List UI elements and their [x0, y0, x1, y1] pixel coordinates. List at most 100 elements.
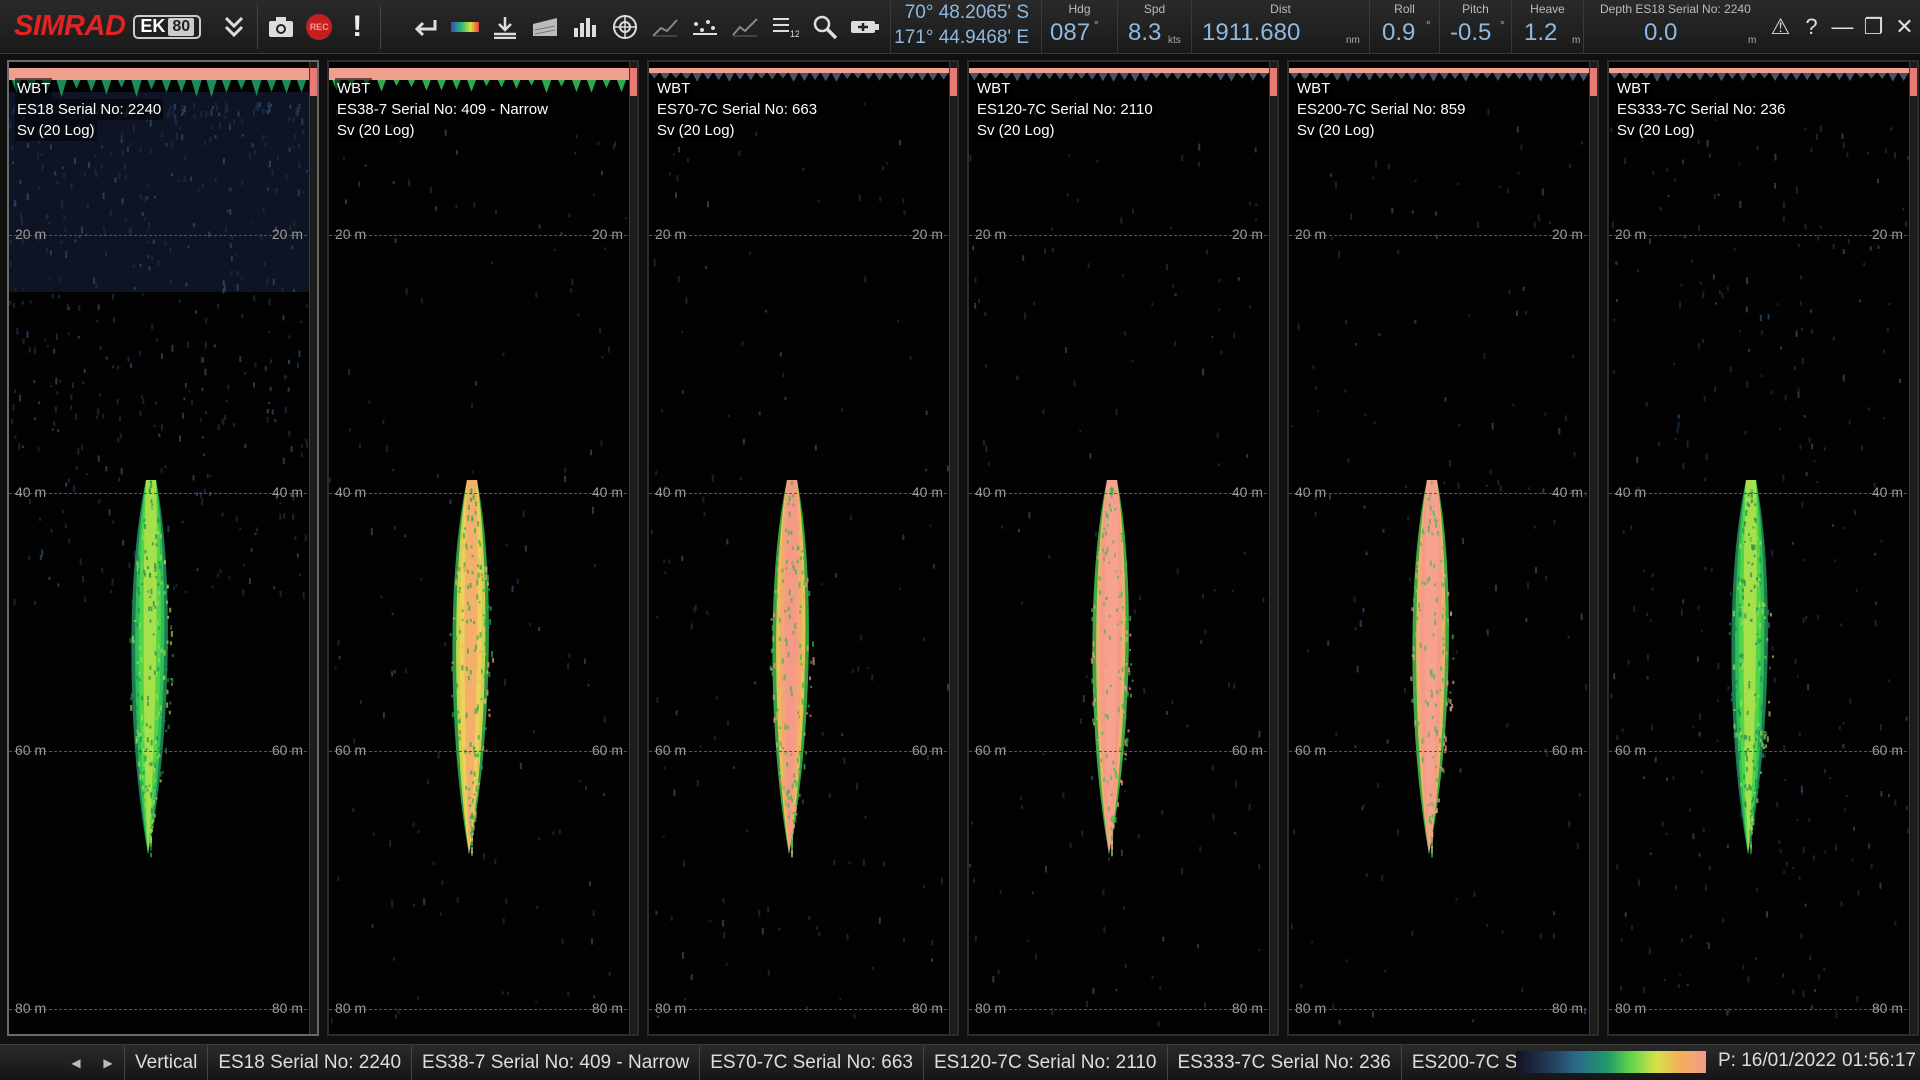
- depth-label-left: 40 m: [1295, 484, 1327, 500]
- pitch-value: -0.5: [1450, 19, 1492, 46]
- depth-label-left: 60 m: [975, 742, 1007, 758]
- toolbar-divider: [380, 4, 382, 49]
- tab-es333[interactable]: ES333-7C Serial No: 236: [1168, 1044, 1402, 1080]
- panel-type: Sv (20 Log): [1615, 120, 1697, 141]
- echogram-panel[interactable]: 20 m 20 m 40 m 40 m 60 m 60 m 80 m 80 m WBT ES200…: [1287, 60, 1599, 1036]
- simrad-logo: SIMRAD EK 80: [0, 0, 202, 54]
- depth-grid-line: [9, 1009, 317, 1010]
- tab-vertical[interactable]: Vertical: [124, 1044, 209, 1080]
- product-badge: EK 80: [133, 14, 202, 39]
- scrollbar-thumb[interactable]: [950, 68, 957, 96]
- prev-arrow-icon[interactable]: ◀: [60, 1056, 92, 1070]
- depth-grid-line: [1289, 235, 1597, 236]
- depth-label-right: 20 m: [271, 226, 303, 242]
- bar-chart-icon[interactable]: [565, 0, 605, 54]
- panel-scrollbar[interactable]: [1909, 62, 1917, 1034]
- ping-date: P: 16/01/2022: [1718, 1050, 1837, 1071]
- echogram-panel[interactable]: 20 m 20 m 40 m 40 m 60 m 60 m 80 m 80 m WBT ES70-…: [647, 60, 959, 1036]
- depth-label-right: 40 m: [1871, 484, 1903, 500]
- depth-label-right: 40 m: [271, 484, 303, 500]
- echogram-panel[interactable]: 20 m 20 m 40 m 40 m 60 m 60 m 80 m 80 m WBT ES38-…: [327, 60, 639, 1036]
- longitude: 171° 44.9468' E: [894, 27, 1029, 48]
- scrollbar-thumb[interactable]: [630, 68, 637, 96]
- panel-scrollbar[interactable]: [629, 62, 637, 1034]
- position-readout: 70° 48.2065' S 171° 44.9468' E: [890, 0, 1042, 54]
- depth-label-left: 20 m: [975, 226, 1007, 242]
- depth-grid-line: [969, 235, 1277, 236]
- line-chart-icon[interactable]: [645, 0, 685, 54]
- depth-label-left: 80 m: [1295, 1000, 1327, 1016]
- depth-label-left: 40 m: [975, 484, 1007, 500]
- depth-label-left: 20 m: [1615, 226, 1647, 242]
- depth-label-left: 20 m: [15, 226, 47, 242]
- panel-name: ES200-7C Serial No: 859: [1295, 99, 1468, 120]
- panel-type: Sv (20 Log): [1295, 120, 1377, 141]
- distance-field[interactable]: Dist 1911.680 nm: [1192, 0, 1370, 54]
- color-scale-bar[interactable]: [1516, 1051, 1706, 1073]
- scrollbar-thumb[interactable]: [1910, 68, 1917, 96]
- tab-es70[interactable]: ES70-7C Serial No: 663: [700, 1044, 924, 1080]
- battery-icon[interactable]: [845, 0, 885, 54]
- depth-label-left: 20 m: [335, 226, 367, 242]
- roll-field[interactable]: Roll 0.9 °: [1370, 0, 1440, 54]
- depth-label-left: 40 m: [15, 484, 47, 500]
- depth-label: Depth ES18 Serial No: 2240: [1600, 2, 1751, 16]
- echogram-panel[interactable]: 20 m 20 m 40 m 40 m 60 m 60 m 80 m 80 m WBT ES18 …: [7, 60, 319, 1036]
- speed-unit: kts: [1168, 35, 1181, 46]
- view-tools: 123: [405, 0, 885, 54]
- speed-value: 8.3: [1128, 19, 1162, 46]
- echogram-panel[interactable]: 20 m 20 m 40 m 40 m 60 m 60 m 80 m 80 m WBT ES333…: [1607, 60, 1919, 1036]
- depth-label-right: 80 m: [591, 1000, 623, 1016]
- depth-grid-line: [969, 1009, 1277, 1010]
- brand-name: SIMRAD: [14, 10, 126, 42]
- speed-field[interactable]: Spd 8.3 kts: [1118, 0, 1192, 54]
- tab-es18[interactable]: ES18 Serial No: 2240: [208, 1044, 413, 1080]
- minimize-icon[interactable]: —: [1827, 14, 1858, 40]
- panel-type: Sv (20 Log): [15, 120, 97, 141]
- scrollbar-thumb[interactable]: [1270, 68, 1277, 96]
- depth-label-right: 40 m: [911, 484, 943, 500]
- color-scale-icon[interactable]: [445, 0, 485, 54]
- panel-scrollbar[interactable]: [1589, 62, 1597, 1034]
- trend-icon[interactable]: [725, 0, 765, 54]
- depth-grid-line: [1609, 1009, 1917, 1010]
- next-arrow-icon[interactable]: ▶: [92, 1056, 124, 1070]
- camera-icon[interactable]: [262, 0, 300, 54]
- tab-es120[interactable]: ES120-7C Serial No: 2110: [924, 1044, 1168, 1080]
- alert-icon[interactable]: !: [338, 0, 376, 54]
- pitch-field[interactable]: Pitch -0.5 °: [1440, 0, 1512, 54]
- depth-label-right: 80 m: [1231, 1000, 1263, 1016]
- record-button[interactable]: REC: [300, 0, 338, 54]
- depth-label-left: 40 m: [335, 484, 367, 500]
- numbered-list-icon[interactable]: 123: [765, 0, 805, 54]
- panel-scrollbar[interactable]: [1269, 62, 1277, 1034]
- warning-icon[interactable]: ⚠: [1765, 14, 1796, 40]
- echogram-panel[interactable]: 20 m 20 m 40 m 40 m 60 m 60 m 80 m 80 m WBT ES120…: [967, 60, 1279, 1036]
- echogram-icon[interactable]: [525, 0, 565, 54]
- depth-label-left: 40 m: [655, 484, 687, 500]
- panel-scrollbar[interactable]: [309, 62, 317, 1034]
- heave-field[interactable]: Heave 1.2 m: [1512, 0, 1584, 54]
- scatter-icon[interactable]: [685, 0, 725, 54]
- surface-line: [649, 68, 949, 73]
- target-icon[interactable]: [605, 0, 645, 54]
- scrollbar-thumb[interactable]: [310, 68, 317, 96]
- close-icon[interactable]: ✕: [1889, 14, 1920, 40]
- back-icon[interactable]: [405, 0, 445, 54]
- heading-field[interactable]: Hdg 087 °: [1042, 0, 1118, 54]
- scrollbar-thumb[interactable]: [1590, 68, 1597, 96]
- panel-scrollbar[interactable]: [949, 62, 957, 1034]
- help-icon[interactable]: ?: [1796, 14, 1827, 40]
- restore-icon[interactable]: ❐: [1858, 14, 1889, 40]
- zoom-icon[interactable]: [805, 0, 845, 54]
- depth-field[interactable]: Depth ES18 Serial No: 2240 0.0 m: [1584, 0, 1760, 54]
- chevrons-down-icon[interactable]: [215, 0, 253, 54]
- depth-label-right: 40 m: [1231, 484, 1263, 500]
- depth-range-icon[interactable]: [485, 0, 525, 54]
- surface-line: [969, 68, 1269, 73]
- tab-es38[interactable]: ES38-7 Serial No: 409 - Narrow: [412, 1044, 701, 1080]
- heave-label: Heave: [1530, 2, 1565, 16]
- panel-name: ES333-7C Serial No: 236: [1615, 99, 1788, 120]
- svg-text:123: 123: [790, 29, 799, 39]
- depth-label-right: 60 m: [1551, 742, 1583, 758]
